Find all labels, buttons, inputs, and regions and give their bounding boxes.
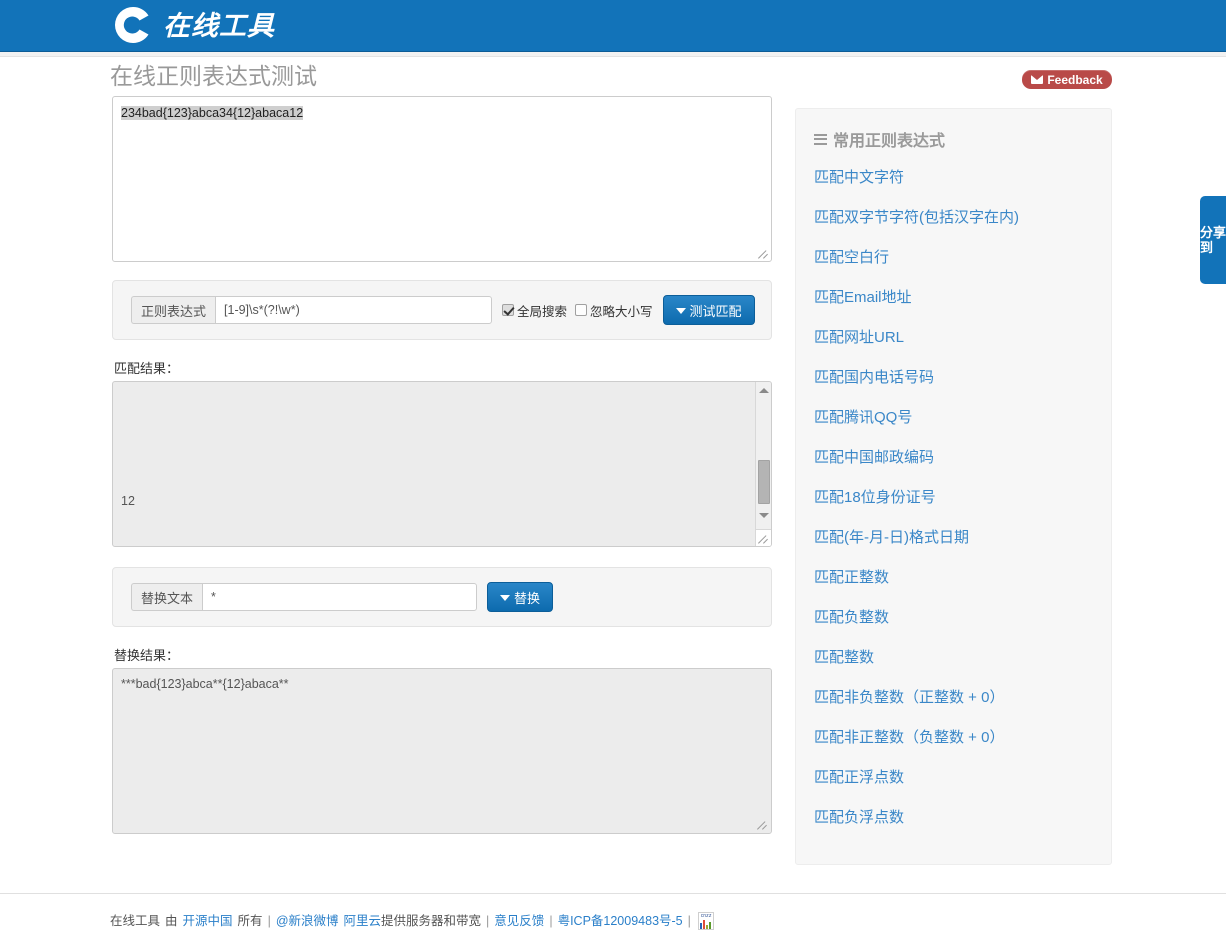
envelope-icon — [1031, 75, 1044, 84]
cnzz-bars — [700, 920, 712, 929]
replace-result-value: ***bad{123}abca**{12}abaca** — [121, 677, 289, 691]
sidebar-item-positive-float[interactable]: 匹配正浮点数 — [814, 769, 1093, 787]
sidebar-item-email[interactable]: 匹配Email地址 — [814, 289, 1093, 307]
replace-button-label: 替换 — [514, 590, 541, 606]
scroll-up-arrow-icon[interactable] — [756, 382, 771, 398]
page-title: 在线正则表达式测试 — [110, 63, 317, 89]
footer-owned: 所有 — [237, 914, 263, 928]
footer-separator-2: | — [486, 914, 490, 928]
site-footer: 在线工具 由 开源中国 所有 | @新浪微博 阿里云提供服务器和带宽 | 意见反… — [110, 912, 714, 930]
site-header: 在线工具 — [0, 0, 1226, 52]
cnzz-stats-icon[interactable]: cnzz — [697, 912, 714, 930]
cnzz-label: cnzz — [700, 913, 712, 919]
footer-owner-link[interactable]: 开源中国 — [183, 913, 233, 929]
replace-result-label: 替换结果： — [114, 648, 180, 663]
sidebar-item-negative-float[interactable]: 匹配负浮点数 — [814, 809, 1093, 827]
scrollbar-thumb[interactable] — [758, 460, 770, 504]
header-divider — [0, 52, 1226, 57]
feedback-label: Feedback — [1047, 72, 1103, 87]
replace-result-resize-handle[interactable] — [756, 818, 769, 831]
global-search-checkbox[interactable]: 全局搜索 — [502, 301, 567, 320]
regex-label: 正则表达式 — [131, 296, 216, 324]
sidebar-item-integer[interactable]: 匹配整数 — [814, 649, 1093, 667]
sidebar-item-blank-line[interactable]: 匹配空白行 — [814, 249, 1093, 267]
sidebar-item-qq[interactable]: 匹配腾讯QQ号 — [814, 409, 1093, 427]
source-textarea[interactable]: 234bad{123}abca34{12}abaca12 — [112, 96, 772, 262]
footer-divider — [0, 893, 1226, 894]
footer-weibo-link[interactable]: @新浪微博 — [276, 913, 339, 929]
regex-input[interactable] — [215, 296, 493, 324]
sidebar-item-positive-integer[interactable]: 匹配正整数 — [814, 569, 1093, 587]
footer-site-name: 在线工具 — [110, 914, 161, 928]
match-result-scrollbar[interactable] — [755, 382, 771, 546]
replace-input[interactable] — [202, 583, 478, 611]
sidebar-title-text: 常用正则表达式 — [833, 131, 946, 150]
ignore-case-checkbox-box[interactable] — [575, 304, 588, 316]
source-textarea-wrap: 234bad{123}abca34{12}abaca12 — [112, 96, 772, 262]
match-result-box[interactable]: 12 — [112, 381, 772, 547]
footer-aliyun-group: 阿里云提供服务器和带宽 — [344, 913, 482, 929]
site-logo[interactable]: 在线工具 — [112, 4, 275, 46]
replace-input-group: 替换文本 — [131, 583, 478, 611]
regex-input-group: 正则表达式 — [131, 296, 493, 324]
match-result-value: 12 — [121, 494, 135, 508]
match-result-label: 匹配结果： — [114, 361, 180, 376]
scroll-down-arrow-icon[interactable] — [756, 507, 771, 523]
ignore-case-checkbox[interactable]: 忽略大小写 — [575, 301, 653, 320]
footer-aliyun-link[interactable]: 阿里云 — [344, 914, 382, 928]
sidebar-item-url[interactable]: 匹配网址URL — [814, 329, 1093, 347]
footer-separator-4: | — [687, 914, 691, 928]
list-icon — [814, 133, 827, 145]
footer-feedback-link[interactable]: 意见反馈 — [494, 913, 544, 929]
share-tab[interactable]: 分享到 — [1200, 196, 1226, 284]
main-content: 234bad{123}abca34{12}abaca12 正则表达式 全局搜索 … — [112, 96, 772, 834]
footer-separator-3: | — [549, 914, 553, 928]
footer-by: 由 — [165, 914, 178, 928]
replace-form-panel: 替换文本 替换 — [112, 567, 772, 627]
match-result-resize-handle[interactable] — [757, 532, 770, 545]
sidebar-title: 常用正则表达式 — [814, 127, 1093, 151]
sidebar-item-chinese-char[interactable]: 匹配中文字符 — [814, 169, 1093, 187]
sidebar-item-postcode[interactable]: 匹配中国邮政编码 — [814, 449, 1093, 467]
global-search-checkbox-box[interactable] — [502, 304, 515, 316]
sidebar-item-phone[interactable]: 匹配国内电话号码 — [814, 369, 1093, 387]
site-brand-text: 在线工具 — [163, 10, 275, 42]
sidebar-item-date[interactable]: 匹配(年-月-日)格式日期 — [814, 529, 1093, 547]
chevron-down-icon — [500, 595, 511, 601]
footer-aliyun-suffix: 提供服务器和带宽 — [381, 914, 482, 928]
logo-c-icon — [112, 4, 154, 46]
chevron-down-icon — [675, 308, 686, 314]
sidebar-item-non-negative-integer[interactable]: 匹配非负整数（正整数 + 0） — [814, 689, 1093, 707]
replace-result-box[interactable]: ***bad{123}abca**{12}abaca** — [112, 668, 772, 834]
sidebar-item-non-positive-integer[interactable]: 匹配非正整数（负整数 + 0） — [814, 729, 1093, 747]
common-regex-sidebar: 常用正则表达式 匹配中文字符 匹配双字节字符(包括汉字在内) 匹配空白行 匹配E… — [795, 108, 1112, 865]
replace-label: 替换文本 — [131, 583, 203, 611]
source-text-selection: 234bad{123}abca34{12}abaca12 — [121, 106, 304, 120]
sidebar-item-double-byte-char[interactable]: 匹配双字节字符(包括汉字在内) — [814, 209, 1093, 227]
regex-form-panel: 正则表达式 全局搜索 忽略大小写 测试匹配 — [112, 280, 772, 340]
global-search-label: 全局搜索 — [517, 304, 568, 319]
test-match-button[interactable]: 测试匹配 — [662, 295, 755, 325]
match-result-resize-corner[interactable] — [755, 529, 771, 546]
footer-separator-1: | — [267, 914, 271, 928]
ignore-case-label: 忽略大小写 — [590, 304, 653, 319]
sidebar-item-negative-integer[interactable]: 匹配负整数 — [814, 609, 1093, 627]
replace-button[interactable]: 替换 — [487, 582, 554, 612]
footer-icp-link[interactable]: 粤ICP备12009483号-5 — [558, 913, 683, 929]
feedback-button[interactable]: Feedback — [1022, 70, 1112, 89]
sidebar-item-id-card[interactable]: 匹配18位身份证号 — [814, 489, 1093, 507]
test-match-button-label: 测试匹配 — [689, 303, 742, 319]
share-tab-label: 分享到 — [1200, 224, 1226, 255]
